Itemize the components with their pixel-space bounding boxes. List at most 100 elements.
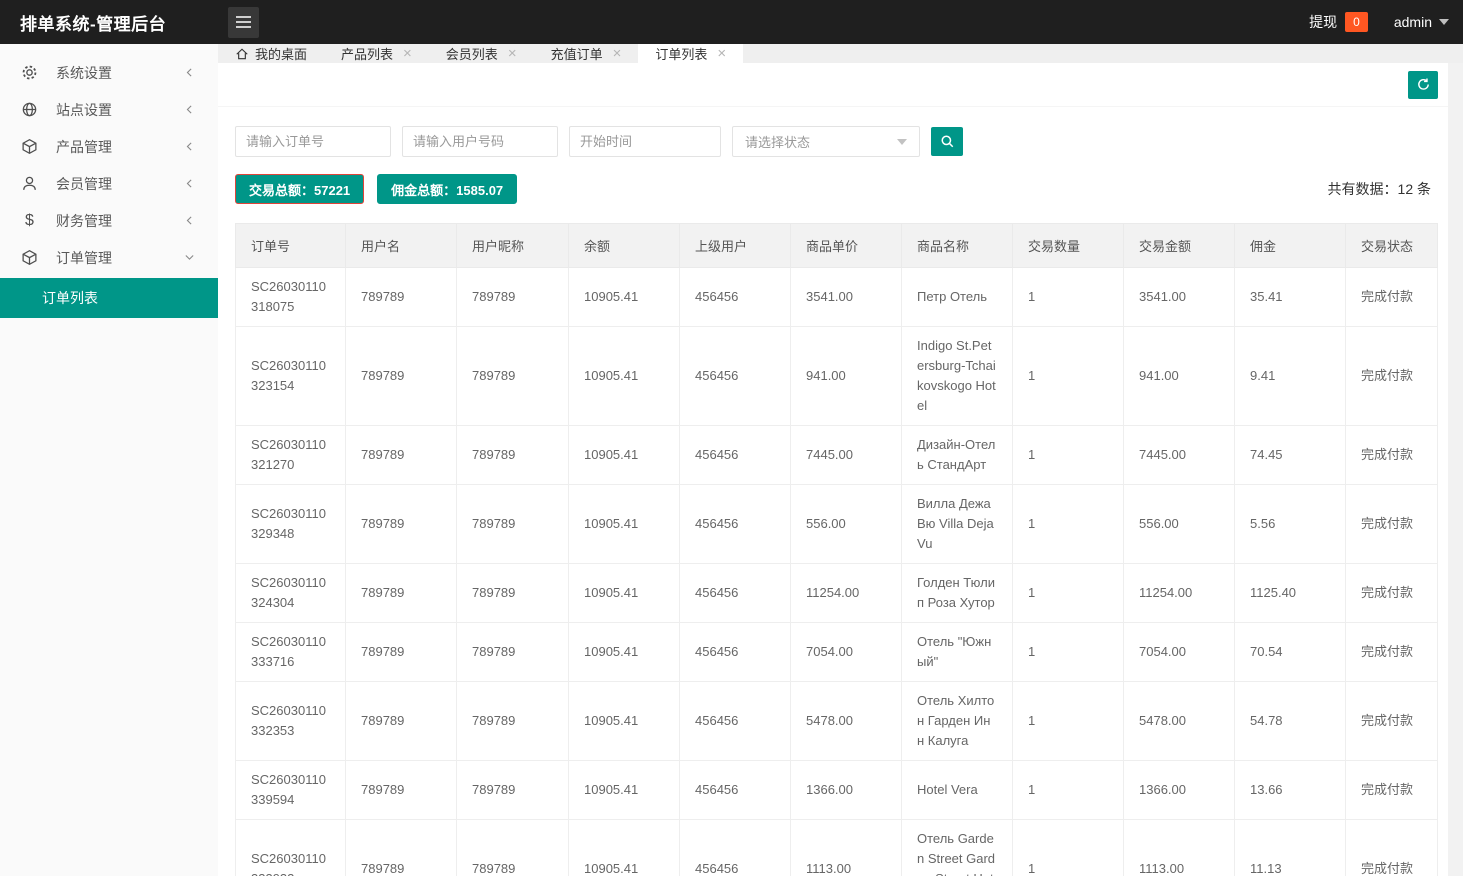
cell-nickname: 789789 <box>456 819 569 876</box>
cell-nickname: 789789 <box>456 760 569 820</box>
cell-unit-price: 7445.00 <box>790 425 902 485</box>
user-no-input[interactable] <box>402 126 558 157</box>
cell-unit-price: 7054.00 <box>790 622 902 682</box>
cell-status: 完成付款 <box>1345 819 1438 876</box>
tab-product-list[interactable]: 产品列表 × <box>324 44 429 63</box>
cell-parent-user: 456456 <box>679 484 791 564</box>
close-icon[interactable]: × <box>717 46 726 61</box>
table-row: SC26030110339594 789789 789789 10905.41 4564… <box>235 760 1438 820</box>
cell-parent-user: 456456 <box>679 622 791 682</box>
username-label: admin <box>1393 14 1432 30</box>
cube-icon <box>21 249 38 266</box>
cell-amount: 3541.00 <box>1123 267 1235 327</box>
hamburger-icon <box>236 16 251 28</box>
cell-amount: 7054.00 <box>1123 622 1235 682</box>
start-time-input[interactable] <box>569 126 721 157</box>
cell-username: 789789 <box>345 425 457 485</box>
cell-parent-user: 456456 <box>679 563 791 623</box>
withdraw-link[interactable]: 提现 0 <box>1309 12 1368 32</box>
cell-username: 789789 <box>345 622 457 682</box>
status-select[interactable]: 请选择状态 <box>732 126 920 157</box>
cell-product-name: Indigo St.Petersburg-Tchaikovskogo Hotel <box>901 326 1013 426</box>
cell-order-no: SC26030110329348 <box>235 484 346 564</box>
tab-desktop[interactable]: 我的桌面 <box>218 44 324 63</box>
col-username: 用户名 <box>345 223 457 268</box>
sidebar-subitem-order-list[interactable]: 订单列表 <box>0 278 218 318</box>
close-icon[interactable]: × <box>613 46 622 61</box>
user-menu[interactable]: admin <box>1394 14 1449 30</box>
table-row: SC26030110333716 789789 789789 10905.41 4564… <box>235 622 1438 682</box>
cell-order-no: SC26030110339594 <box>235 760 346 820</box>
cell-product-name: Отель "Южный" <box>901 622 1013 682</box>
cell-order-no: SC26030110333932 <box>235 819 346 876</box>
cell-amount: 1366.00 <box>1123 760 1235 820</box>
sidebar-item-label: 订单管理 <box>56 249 112 266</box>
sidebar-item-finance-management[interactable]: $ 财务管理 <box>0 202 218 239</box>
order-no-input[interactable] <box>235 126 391 157</box>
sidebar-item-member-management[interactable]: 会员管理 <box>0 165 218 202</box>
chevron-left-icon <box>183 66 196 79</box>
sidebar-item-system-settings[interactable]: 系统设置 <box>0 54 218 91</box>
sidebar-item-site-settings[interactable]: 站点设置 <box>0 91 218 128</box>
chevron-left-icon <box>183 140 196 153</box>
cell-balance: 10905.41 <box>568 622 680 682</box>
cell-amount: 556.00 <box>1123 484 1235 564</box>
sidebar-item-product-management[interactable]: 产品管理 <box>0 128 218 165</box>
sidebar-item-label: 站点设置 <box>56 101 112 118</box>
sidebar-item-order-management[interactable]: 订单管理 <box>0 239 218 276</box>
sidebar-item-label: 产品管理 <box>56 138 112 155</box>
cell-product-name: Hotel Vera <box>901 760 1013 820</box>
cell-unit-price: 1366.00 <box>790 760 902 820</box>
cell-unit-price: 11254.00 <box>790 563 902 623</box>
cell-balance: 10905.41 <box>568 267 680 327</box>
tab-bar: 我的桌面 产品列表 × 会员列表 × 充值订单 × 订单列表 × <box>218 44 1463 63</box>
chevron-left-icon <box>183 214 196 227</box>
cell-parent-user: 456456 <box>679 819 791 876</box>
chevron-left-icon <box>183 177 196 190</box>
caret-down-icon <box>897 138 907 145</box>
cell-username: 789789 <box>345 681 457 761</box>
cell-username: 789789 <box>345 563 457 623</box>
refresh-button[interactable] <box>1408 70 1438 99</box>
caret-down-icon <box>1439 19 1449 25</box>
cell-status: 完成付款 <box>1345 622 1438 682</box>
close-icon[interactable]: × <box>508 46 517 61</box>
dollar-icon: $ <box>25 212 34 229</box>
table-row: SC26030110324304 789789 789789 10905.41 4564… <box>235 563 1438 623</box>
cell-username: 789789 <box>345 819 457 876</box>
transaction-total-button[interactable]: 交易总额：57221 <box>235 174 365 204</box>
cell-amount: 7445.00 <box>1123 425 1235 485</box>
cell-balance: 10905.41 <box>568 760 680 820</box>
cell-balance: 10905.41 <box>568 326 680 426</box>
cube-icon <box>21 138 38 155</box>
cell-quantity: 1 <box>1012 622 1124 682</box>
search-button[interactable] <box>931 127 963 156</box>
top-header: 排单系统-管理后台 提现 0 admin <box>0 0 1463 44</box>
home-icon <box>235 47 249 61</box>
tab-order-list[interactable]: 订单列表 × <box>638 44 744 63</box>
cell-order-no: SC26030110318075 <box>235 267 346 327</box>
sidebar-subitem-label: 订单列表 <box>42 290 98 306</box>
cell-commission: 13.66 <box>1234 760 1346 820</box>
sidebar-item-label: 系统设置 <box>56 64 112 81</box>
tab-member-list[interactable]: 会员列表 × <box>429 44 534 63</box>
commission-total-button[interactable]: 佣金总额：1585.07 <box>377 174 518 204</box>
cell-status: 完成付款 <box>1345 267 1438 327</box>
tab-label: 订单列表 <box>655 47 708 62</box>
cell-unit-price: 941.00 <box>790 326 902 426</box>
col-order-no: 订单号 <box>235 223 346 268</box>
sidebar-toggle-button[interactable] <box>228 6 259 38</box>
close-icon[interactable]: × <box>403 46 412 61</box>
cell-nickname: 789789 <box>456 681 569 761</box>
tab-recharge-orders[interactable]: 充值订单 × <box>534 44 639 63</box>
cell-amount: 11254.00 <box>1123 563 1235 623</box>
filter-row: 请选择状态 <box>235 126 1431 157</box>
globe-icon <box>21 101 38 118</box>
cell-unit-price: 1113.00 <box>790 819 902 876</box>
cell-order-no: SC26030110333716 <box>235 622 346 682</box>
cell-unit-price: 556.00 <box>790 484 902 564</box>
content-card: 请选择状态 交易总额：57221 佣金总额：1585.07 <box>218 63 1448 876</box>
order-list-panel: 请选择状态 交易总额：57221 佣金总额：1585.07 <box>218 107 1448 876</box>
cell-nickname: 789789 <box>456 622 569 682</box>
tab-label: 产品列表 <box>341 47 394 62</box>
